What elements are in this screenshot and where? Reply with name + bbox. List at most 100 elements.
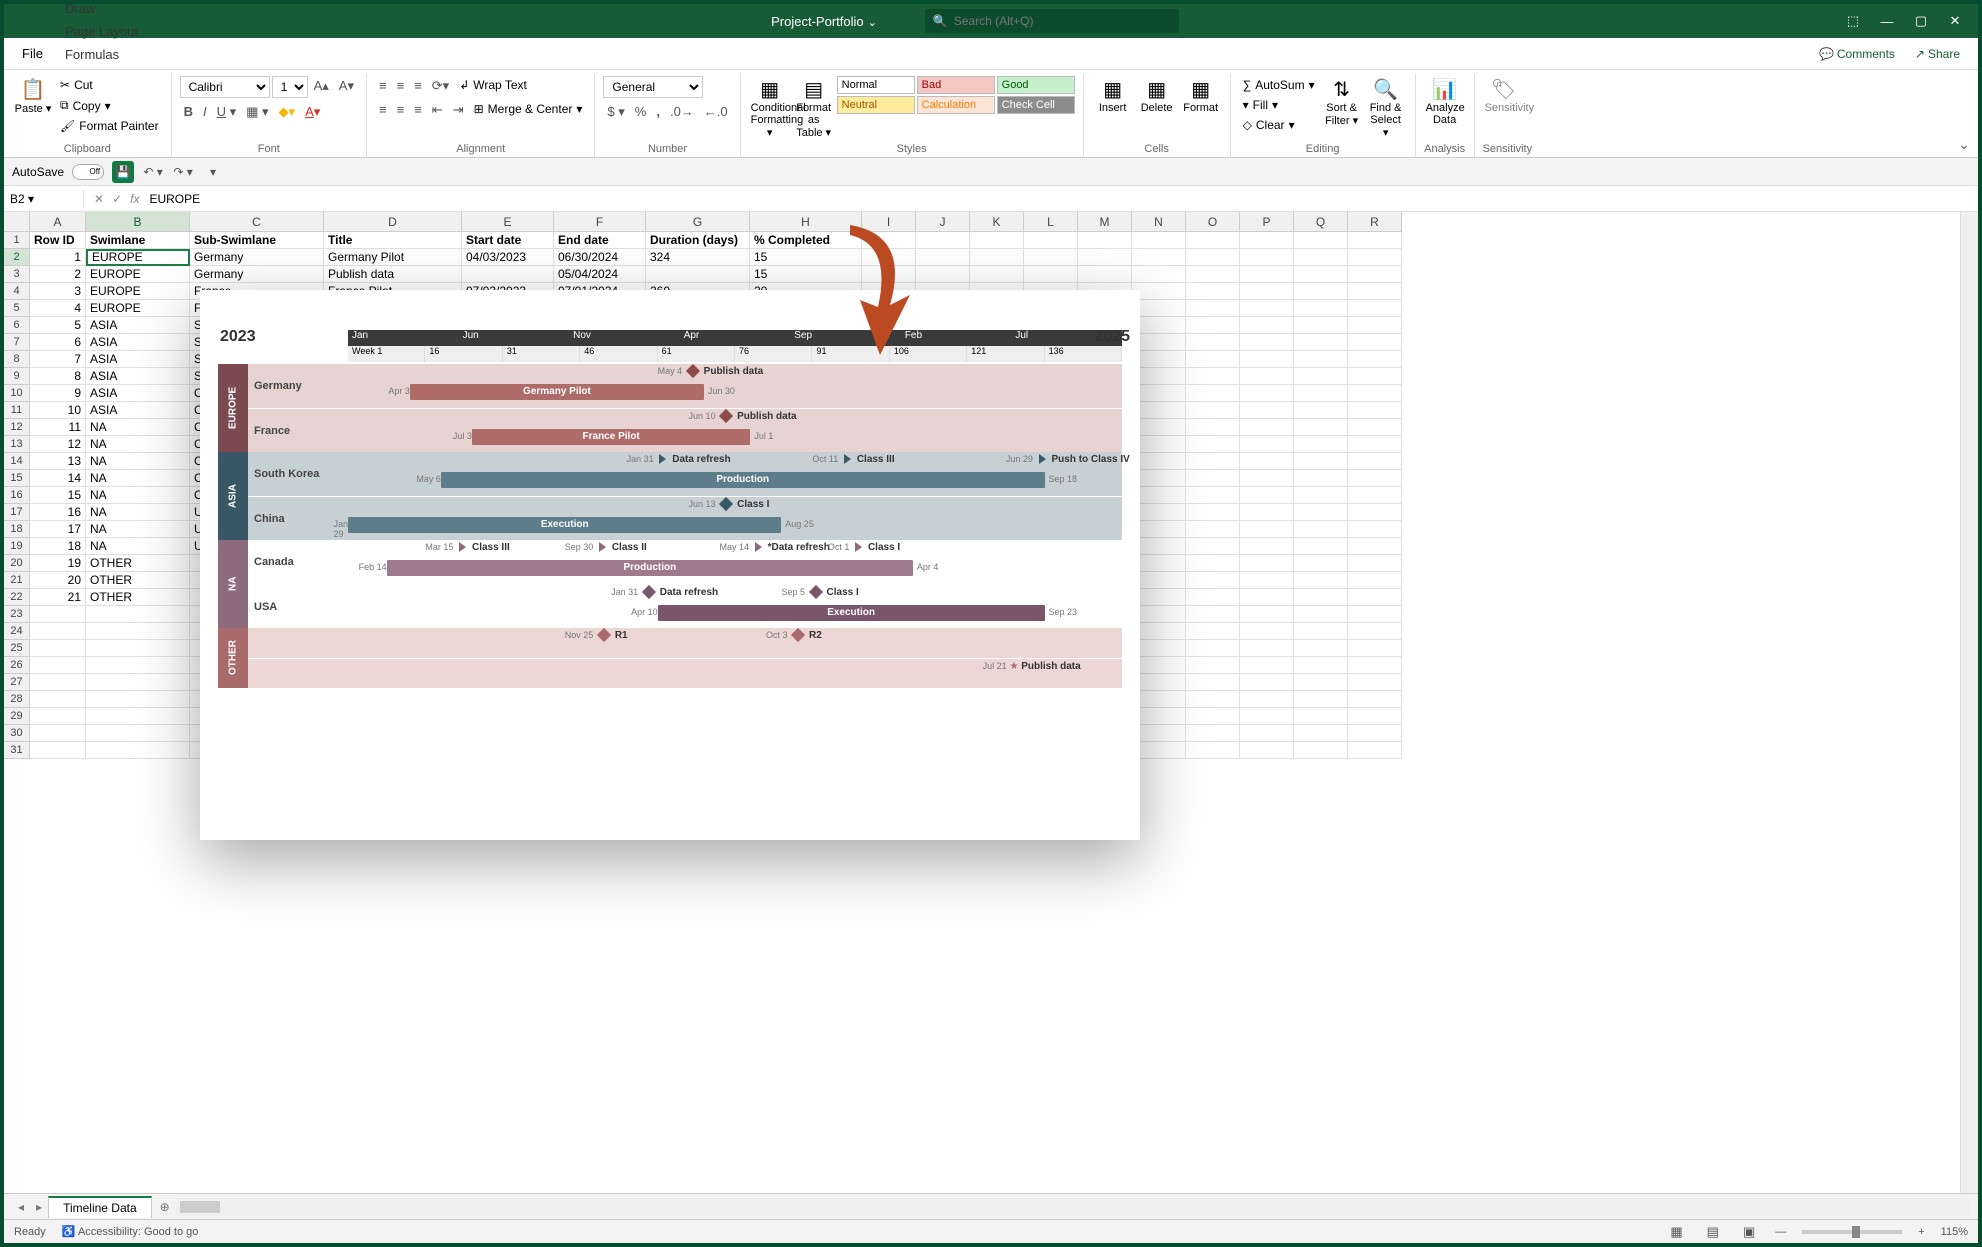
cell[interactable]	[1132, 538, 1186, 555]
cell[interactable]	[1348, 538, 1402, 555]
zoom-level[interactable]: 115%	[1941, 1226, 1968, 1238]
cell[interactable]: 5	[30, 317, 86, 334]
cell[interactable]	[1294, 385, 1348, 402]
cell[interactable]	[1240, 589, 1294, 606]
cell[interactable]	[30, 708, 86, 725]
new-sheet-button[interactable]: ⊕	[154, 1200, 176, 1214]
cell[interactable]	[1348, 691, 1402, 708]
cell[interactable]	[1348, 555, 1402, 572]
cell[interactable]	[1186, 572, 1240, 589]
cell[interactable]	[1348, 266, 1402, 283]
column-header-A[interactable]: A	[30, 212, 86, 232]
sheet-nav-prev[interactable]: ◂	[12, 1200, 30, 1214]
cell[interactable]: Germany	[190, 266, 324, 283]
cell[interactable]	[1294, 521, 1348, 538]
border-button[interactable]: ▦ ▾	[242, 102, 272, 122]
cell[interactable]	[1186, 351, 1240, 368]
cell[interactable]	[1294, 708, 1348, 725]
cell[interactable]	[1024, 266, 1078, 283]
cell[interactable]	[1348, 419, 1402, 436]
cell-style-neutral[interactable]: Neutral	[837, 96, 915, 114]
cell[interactable]	[1240, 606, 1294, 623]
cell[interactable]	[1348, 453, 1402, 470]
cell[interactable]	[1240, 538, 1294, 555]
cell[interactable]: NA	[86, 538, 190, 555]
cell[interactable]: EUROPE	[86, 300, 190, 317]
row-header[interactable]: 29	[4, 708, 30, 725]
cell[interactable]	[1348, 385, 1402, 402]
fill-color-button[interactable]: ◆▾	[275, 102, 300, 122]
decrease-font-icon[interactable]: A▾	[335, 76, 358, 96]
font-size-select[interactable]: 11	[272, 76, 308, 98]
cell[interactable]	[1348, 487, 1402, 504]
cell[interactable]	[30, 674, 86, 691]
enter-formula-icon[interactable]: ✓	[112, 192, 122, 206]
cell[interactable]	[30, 640, 86, 657]
cell[interactable]	[1348, 402, 1402, 419]
cell[interactable]	[1186, 606, 1240, 623]
comma-button[interactable]: ,	[652, 102, 664, 121]
sheet-tab-active[interactable]: Timeline Data	[48, 1196, 152, 1218]
cell[interactable]: 2	[30, 266, 86, 283]
copy-button[interactable]: ⧉ Copy ▾	[56, 96, 163, 115]
cell[interactable]	[1186, 623, 1240, 640]
cell[interactable]: NA	[86, 419, 190, 436]
column-header-Q[interactable]: Q	[1294, 212, 1348, 232]
formula-input[interactable]	[147, 190, 447, 208]
cell[interactable]	[1132, 249, 1186, 266]
number-format-select[interactable]: General	[603, 76, 703, 98]
row-header[interactable]: 19	[4, 538, 30, 555]
cell[interactable]: 20	[30, 572, 86, 589]
cell[interactable]	[1294, 691, 1348, 708]
cell[interactable]	[1132, 351, 1186, 368]
cell[interactable]: OTHER	[86, 555, 190, 572]
cell[interactable]: ASIA	[86, 402, 190, 419]
row-header[interactable]: 16	[4, 487, 30, 504]
cell[interactable]	[1294, 470, 1348, 487]
cell[interactable]	[1132, 708, 1186, 725]
share-button[interactable]: ↗Share	[1905, 43, 1970, 65]
cell[interactable]	[1348, 572, 1402, 589]
cell[interactable]	[86, 657, 190, 674]
cell[interactable]: 6	[30, 334, 86, 351]
font-family-select[interactable]: Calibri	[180, 76, 270, 98]
cell[interactable]	[1240, 300, 1294, 317]
row-header[interactable]: 14	[4, 453, 30, 470]
column-header-C[interactable]: C	[190, 212, 324, 232]
cell[interactable]	[1132, 555, 1186, 572]
decimal-dec-icon[interactable]: ←.0	[700, 102, 732, 121]
cell[interactable]	[1240, 555, 1294, 572]
cell[interactable]: 05/04/2024	[554, 266, 646, 283]
cell[interactable]	[1294, 436, 1348, 453]
cell[interactable]	[970, 232, 1024, 249]
name-box[interactable]: B2 ▾	[4, 190, 84, 208]
font-color-button[interactable]: A▾	[301, 102, 324, 122]
cell[interactable]	[1186, 487, 1240, 504]
cell[interactable]	[1132, 300, 1186, 317]
cell[interactable]: 21	[30, 589, 86, 606]
cell[interactable]	[1132, 453, 1186, 470]
row-header[interactable]: 1	[4, 232, 30, 249]
cell[interactable]: 04/03/2023	[462, 249, 554, 266]
cell[interactable]	[30, 742, 86, 759]
column-header-P[interactable]: P	[1240, 212, 1294, 232]
cell[interactable]	[1024, 232, 1078, 249]
cell[interactable]: NA	[86, 436, 190, 453]
cell[interactable]	[1186, 300, 1240, 317]
cancel-formula-icon[interactable]: ✕	[94, 192, 104, 206]
indent-inc-icon[interactable]: ⇥	[449, 100, 468, 120]
cell[interactable]	[1348, 640, 1402, 657]
cell[interactable]	[1186, 725, 1240, 742]
cell[interactable]: 11	[30, 419, 86, 436]
cell[interactable]	[1132, 674, 1186, 691]
cell[interactable]	[86, 623, 190, 640]
cell[interactable]	[1186, 453, 1240, 470]
cell[interactable]	[1186, 691, 1240, 708]
underline-button[interactable]: U ▾	[213, 102, 241, 122]
increase-font-icon[interactable]: A▴	[310, 76, 333, 96]
cell[interactable]	[1132, 657, 1186, 674]
cell[interactable]	[1186, 589, 1240, 606]
undo-button[interactable]: ↶ ▾	[142, 161, 164, 183]
indent-dec-icon[interactable]: ⇤	[428, 100, 447, 120]
cell[interactable]	[1132, 640, 1186, 657]
